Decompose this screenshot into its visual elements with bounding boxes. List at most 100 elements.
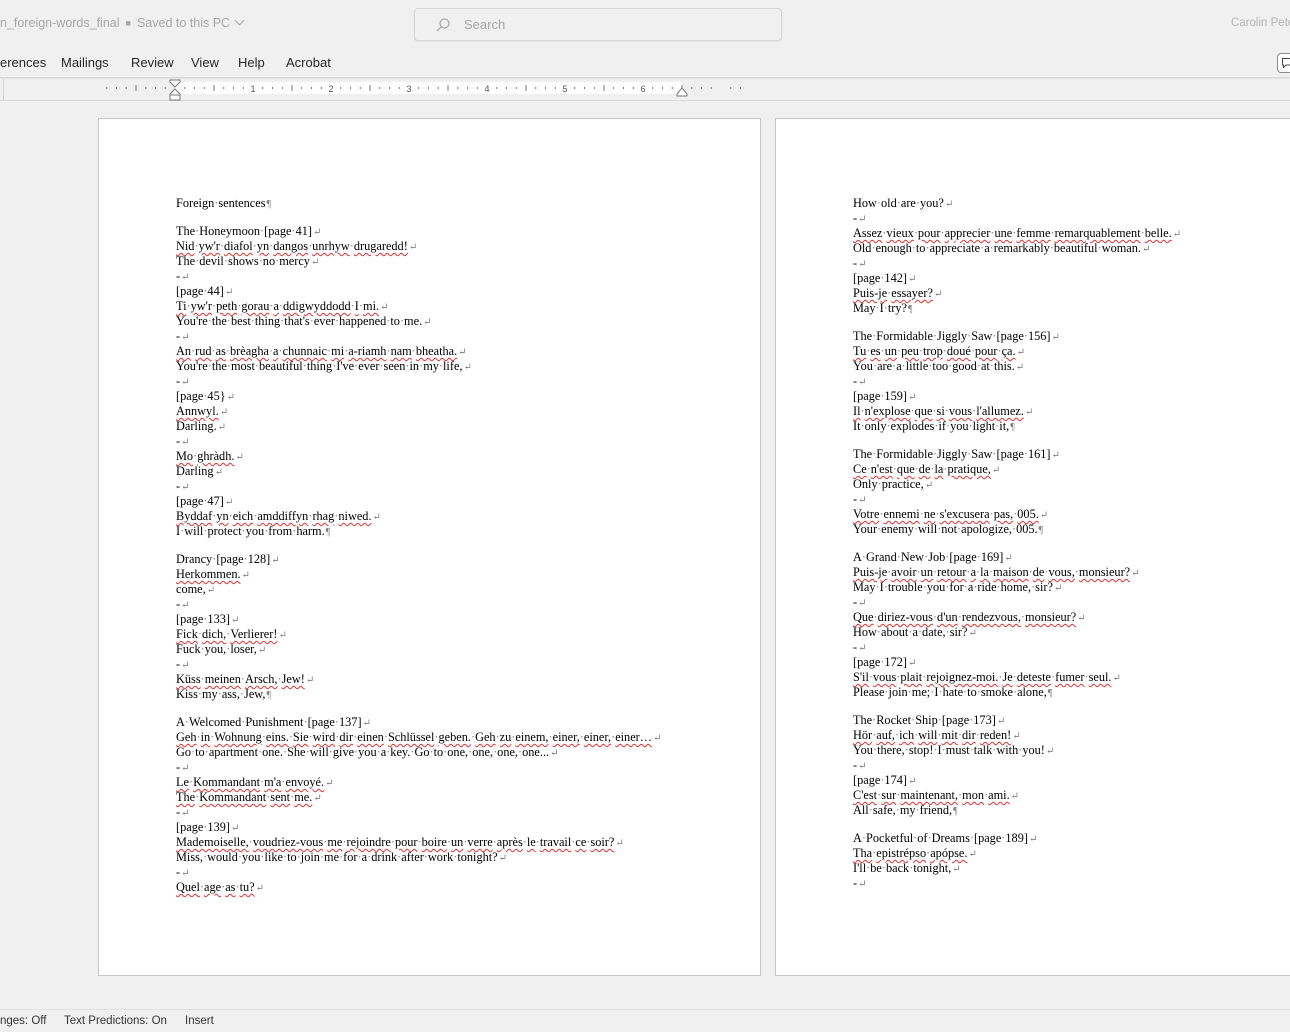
left-indent-marker-icon[interactable] — [169, 79, 181, 101]
document-line[interactable]: -↵ — [853, 374, 1181, 389]
document-line[interactable]: -↵ — [176, 269, 661, 284]
document-line[interactable]: Mademoiselle,·voudriez-vous·me·rejoindre… — [176, 835, 661, 850]
document-line[interactable]: A·Welcomed·Punishment·[page·137]↵ — [176, 715, 661, 730]
document-line[interactable]: -↵ — [176, 597, 661, 612]
document-line[interactable]: The·Rocket·Ship·[page·173]↵ — [853, 713, 1181, 728]
document-title[interactable]: n_foreign-words_final ■ Saved to this PC — [0, 15, 245, 30]
document-line[interactable]: How·old·are·you?↵ — [853, 196, 1181, 211]
horizontal-ruler[interactable]: 1 2 3 4 5 6 — [0, 79, 1290, 101]
user-account-name[interactable]: Carolin Pete — [1231, 17, 1290, 29]
document-line[interactable]: Darling.↵ — [176, 419, 661, 434]
page-1[interactable]: Foreign·sentences¶ The·Honeymoon·[page·41… — [98, 118, 761, 976]
document-line[interactable]: You're·the·most·beautiful·thing·I've·eve… — [176, 359, 661, 374]
document-line[interactable]: Il·n'explose·que·si·vous·l'allumez.↵ — [853, 404, 1181, 419]
document-line[interactable]: Assez·vieux·pour·apprecier·une·femme·rem… — [853, 226, 1181, 241]
document-line[interactable]: [page·133]↵ — [176, 612, 661, 627]
document-line[interactable]: An·rud·as·brèagha·a·chunnaic·mi·a-riamh·… — [176, 344, 661, 359]
document-line[interactable]: How·about·a·date,·sir?↵ — [853, 625, 1181, 640]
document-line[interactable]: Puis-je·essayer?↵ — [853, 286, 1181, 301]
document-line[interactable]: You·are·a·little·too·good·at·this.↵ — [853, 359, 1181, 374]
document-line[interactable]: Please·join·me;·I·hate·to·smoke·alone,¶ — [853, 685, 1181, 700]
document-line[interactable]: [page·159]↵ — [853, 389, 1181, 404]
search-box[interactable]: Search — [414, 8, 782, 41]
document-line[interactable]: Byddaf·yn·eich·amddiffyn·rhag·niwed.↵ — [176, 509, 661, 524]
document-line[interactable]: The·devil·shows·no·mercy↵ — [176, 254, 661, 269]
document-line[interactable]: [page·44]↵ — [176, 284, 661, 299]
track-changes-status[interactable]: nges: Off — [0, 1015, 46, 1027]
document-line[interactable]: come,↵ — [176, 582, 661, 597]
document-line[interactable]: May·I·try?¶ — [853, 301, 1181, 316]
tab-references[interactable]: erences — [0, 55, 46, 70]
document-line[interactable]: You·there,·stop!·I·must·talk·with·you!↵ — [853, 743, 1181, 758]
chevron-down-icon[interactable] — [234, 15, 245, 26]
document-line[interactable]: Votre·ennemi·ne·s'excusera·pas,·005.↵ — [853, 507, 1181, 522]
tab-review[interactable]: Review — [131, 55, 174, 70]
document-line[interactable]: Nid·yw'r·diafol·yn·dangos·unrhyw·drugare… — [176, 239, 661, 254]
document-line[interactable]: Herkommen.↵ — [176, 567, 661, 582]
document-line[interactable]: Miss,·would·you·like·to·join·me·for·a·dr… — [176, 850, 661, 865]
document-line[interactable]: The·Formidable·Jiggly·Saw·[page·161]↵ — [853, 447, 1181, 462]
insert-mode-status[interactable]: Insert — [185, 1015, 214, 1027]
document-line[interactable]: Annwyl.↵ — [176, 404, 661, 419]
text-predictions-status[interactable]: Text Predictions: On — [64, 1015, 167, 1027]
document-line[interactable]: Que·diriez-vous·d'un·rendezvous,·monsieu… — [853, 610, 1181, 625]
document-line[interactable]: I·will·protect·you·from·harm.¶ — [176, 524, 661, 539]
document-line[interactable]: It·only·explodes·if·you·light·it,¶ — [853, 419, 1181, 434]
document-line[interactable]: C'est·sur·maintenant,·mon·ami.↵ — [853, 788, 1181, 803]
tab-mailings[interactable]: Mailings — [61, 55, 109, 70]
document-line[interactable]: Mo·ghràdh.↵ — [176, 449, 661, 464]
document-line[interactable]: Drancy·[page·128]↵ — [176, 552, 661, 567]
document-line[interactable]: I'll·be·back·tonight,↵ — [853, 861, 1181, 876]
document-line[interactable]: -↵ — [176, 479, 661, 494]
document-line[interactable]: [page·45}↵ — [176, 389, 661, 404]
document-line[interactable]: A·Grand·New·Job·[page·169]↵ — [853, 550, 1181, 565]
page-2[interactable]: How·old·are·you?↵ -↵ Assez·vieux·pour·appr… — [775, 118, 1290, 976]
right-indent-marker-icon[interactable] — [676, 87, 688, 97]
document-line[interactable]: Ce·n'est·que·de·la·pratique,↵ — [853, 462, 1181, 477]
tab-help[interactable]: Help — [238, 55, 265, 70]
tab-acrobat[interactable]: Acrobat — [286, 55, 331, 70]
document-line[interactable]: [page·174]↵ — [853, 773, 1181, 788]
document-line[interactable]: Ti·yw'r·peth·gorau·a·ddigwyddodd·I·mi.↵ — [176, 299, 661, 314]
document-line[interactable]: Darling↵ — [176, 464, 661, 479]
document-line[interactable]: -↵ — [853, 595, 1181, 610]
document-line[interactable]: [page·172]↵ — [853, 655, 1181, 670]
document-line[interactable]: Foreign·sentences¶ — [176, 196, 661, 211]
document-line[interactable]: Quel·age·as·tu?↵ — [176, 880, 661, 895]
document-line[interactable]: The·Formidable·Jiggly·Saw·[page·156]↵ — [853, 329, 1181, 344]
document-line[interactable]: [page·47]↵ — [176, 494, 661, 509]
document-line[interactable]: A·Pocketful·of·Dreams·[page·189]↵ — [853, 831, 1181, 846]
document-line[interactable]: -↵ — [853, 211, 1181, 226]
document-line[interactable]: [page·139]↵ — [176, 820, 661, 835]
document-line[interactable]: The·Kommandant·sent·me.↵ — [176, 790, 661, 805]
document-line[interactable]: -↵ — [176, 865, 661, 880]
document-line[interactable]: Küss·meinen·Arsch,·Jew!↵ — [176, 672, 661, 687]
document-line[interactable]: Old·enough·to·appreciate·a·remarkably·be… — [853, 241, 1181, 256]
comments-button[interactable] — [1277, 53, 1290, 73]
document-canvas[interactable]: Foreign·sentences¶ The·Honeymoon·[page·41… — [0, 101, 1290, 1009]
document-line[interactable]: -↵ — [176, 805, 661, 820]
document-line[interactable]: All·safe,·my·friend,¶ — [853, 803, 1181, 818]
document-line[interactable]: May·I·trouble·you·for·a·ride·home,·sir?↵ — [853, 580, 1181, 595]
document-line[interactable]: Tu·es·un·peu·trop·doué·pour·ça.↵ — [853, 344, 1181, 359]
page-1-text[interactable]: Foreign·sentences¶ The·Honeymoon·[page·41… — [176, 196, 661, 895]
document-line[interactable]: -↵ — [176, 374, 661, 389]
document-line[interactable]: You're·the·best·thing·that's·ever·happen… — [176, 314, 661, 329]
document-line[interactable]: Puis-je·avoir·un·retour·a·la·maison·de·v… — [853, 565, 1181, 580]
document-line[interactable]: -↵ — [853, 640, 1181, 655]
document-line[interactable]: [page·142]↵ — [853, 271, 1181, 286]
document-line[interactable]: Fick·dich,·Verlierer!↵ — [176, 627, 661, 642]
document-line[interactable]: -↵ — [176, 434, 661, 449]
document-line[interactable]: The·Honeymoon·[page·41]↵ — [176, 224, 661, 239]
page-2-text[interactable]: How·old·are·you?↵ -↵ Assez·vieux·pour·appr… — [853, 196, 1181, 891]
document-line[interactable]: -↵ — [176, 657, 661, 672]
document-line[interactable]: Tha·epistrépso·apópse.↵ — [853, 846, 1181, 861]
document-line[interactable]: -↵ — [853, 758, 1181, 773]
document-line[interactable]: Your·enemy·will·not·apologize,·005.¶ — [853, 522, 1181, 537]
document-line[interactable]: -↵ — [853, 492, 1181, 507]
document-line[interactable]: -↵ — [176, 329, 661, 344]
document-line[interactable]: Geh·in·Wohnung·eins.·Sie·wird·dir·einen·… — [176, 730, 661, 745]
document-line[interactable]: -↵ — [853, 256, 1181, 271]
document-line[interactable]: Only·practice,↵ — [853, 477, 1181, 492]
document-line[interactable]: Go·to·apartment·one.·She·will·give·you·a… — [176, 745, 661, 760]
